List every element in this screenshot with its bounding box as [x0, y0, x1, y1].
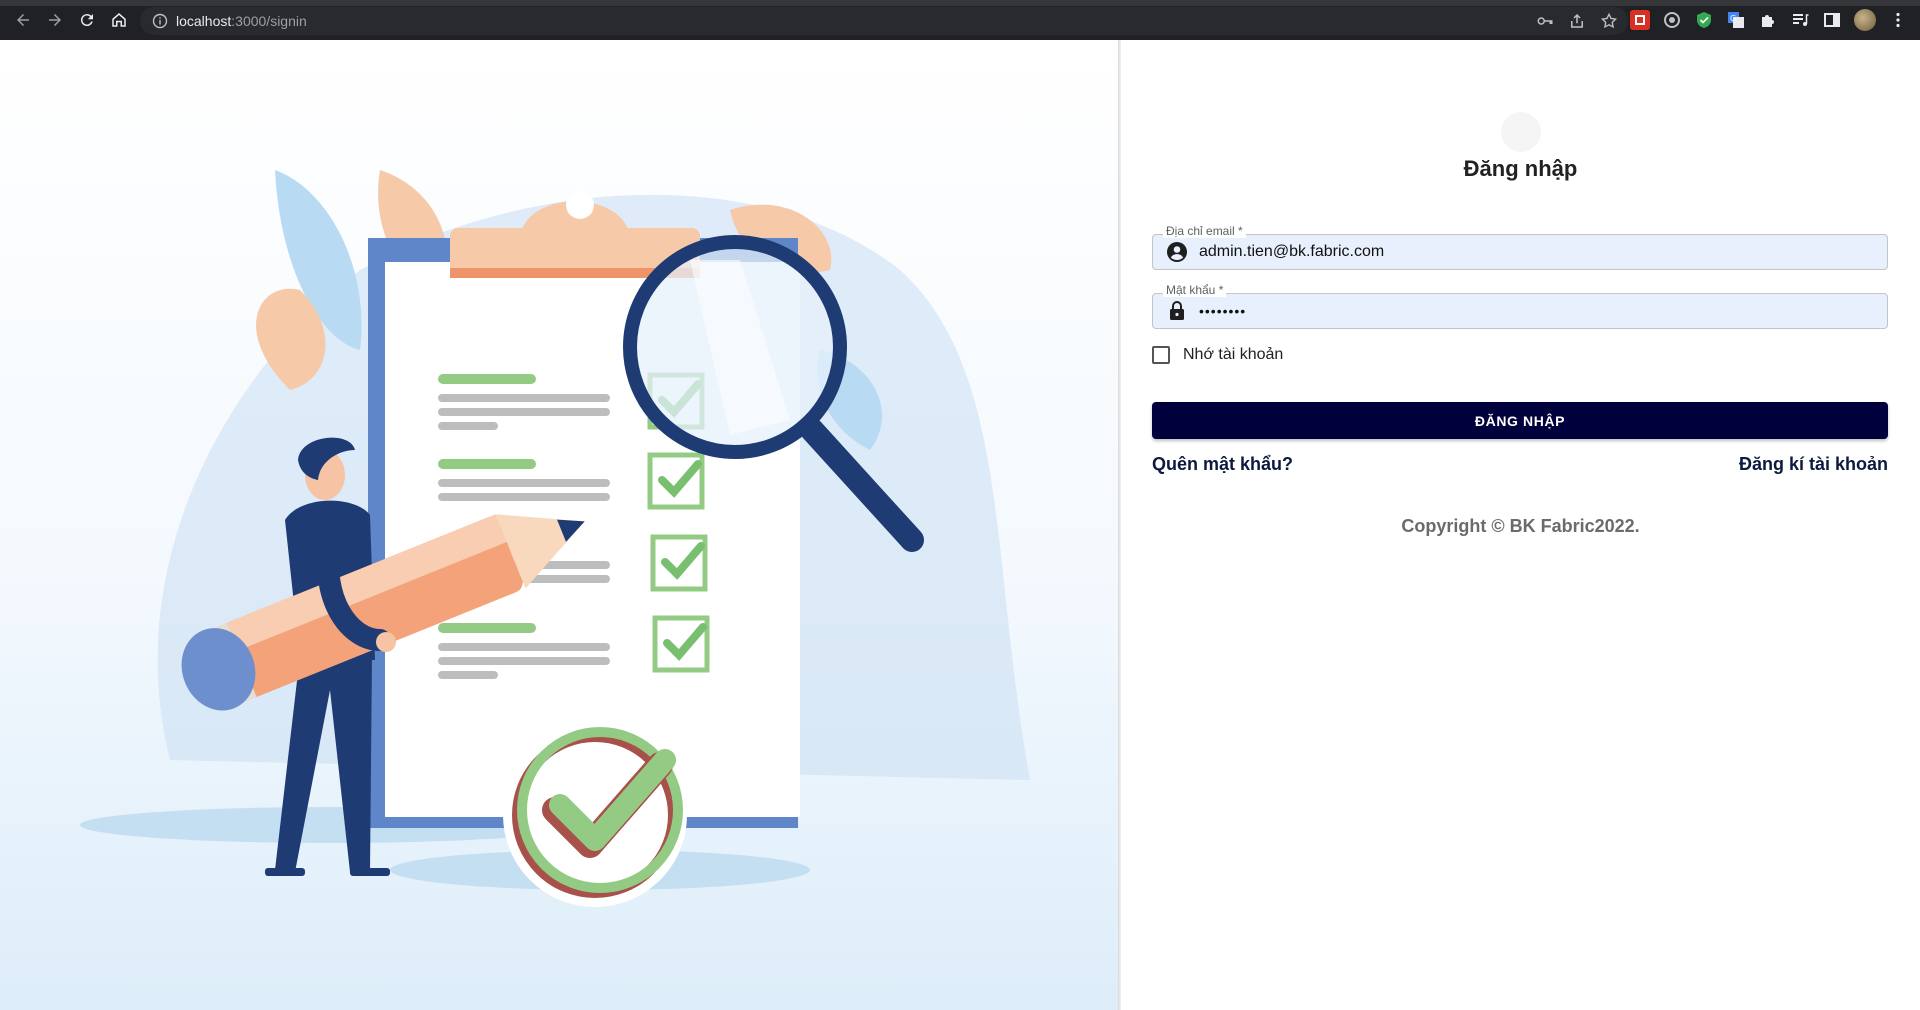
url-path: :3000/signin [231, 13, 307, 29]
bookmark-star-icon[interactable] [1600, 12, 1618, 30]
signin-illustration [0, 40, 1118, 1010]
forward-icon[interactable] [40, 5, 70, 35]
media-control-icon[interactable] [1790, 10, 1810, 30]
profile-avatar[interactable] [1854, 9, 1876, 31]
password-field[interactable]: Mật khẩu * •••••••• [1152, 283, 1888, 329]
url-host: localhost [176, 13, 232, 29]
password-label: Mật khẩu * [1163, 283, 1227, 297]
extension-shield-icon[interactable] [1694, 10, 1714, 30]
register-link[interactable]: Đăng kí tài khoản [1739, 454, 1888, 475]
email-value: admin.tien@bk.fabric.com [1199, 243, 1385, 260]
remember-me[interactable]: Nhớ tài khoản [1152, 346, 1283, 364]
lock-icon [1165, 299, 1189, 323]
email-label: Địa chỉ email * [1163, 224, 1246, 238]
forgot-password-link[interactable]: Quên mật khẩu? [1152, 454, 1293, 475]
account-circle-icon [1165, 240, 1189, 264]
back-icon[interactable] [8, 5, 38, 35]
tab-strip [0, 0, 1920, 6]
key-icon[interactable] [1536, 12, 1554, 30]
page-title: Đăng nhập [1463, 156, 1578, 181]
site-info-icon[interactable] [152, 13, 168, 29]
remember-label: Nhớ tài khoản [1183, 346, 1284, 363]
signin-button[interactable]: ĐĂNG NHẬP [1152, 402, 1888, 439]
svg-text:G: G [1730, 14, 1736, 23]
checklist-illustration [80, 170, 1031, 907]
signin-panel: Đăng nhập Địa chỉ email * admin.tien@bk.… [1121, 40, 1920, 1010]
reload-icon[interactable] [72, 5, 102, 35]
browser-toolbar: localhost:3000/signin G [0, 0, 1920, 40]
share-icon[interactable] [1568, 12, 1586, 30]
home-icon[interactable] [104, 5, 134, 35]
email-field[interactable]: Địa chỉ email * admin.tien@bk.fabric.com [1152, 224, 1888, 270]
browser-menu-icon[interactable] [1888, 10, 1908, 30]
address-bar[interactable]: localhost:3000/signin [140, 7, 1628, 35]
copyright-text: Copyright © BK Fabric2022. [1401, 516, 1640, 536]
remember-checkbox[interactable] [1152, 346, 1170, 364]
extensions-puzzle-icon[interactable] [1758, 10, 1778, 30]
side-panel-icon[interactable] [1822, 10, 1842, 30]
extension-translate-icon[interactable]: G [1726, 10, 1746, 30]
extension-target-icon[interactable] [1662, 10, 1682, 30]
logo-avatar [1501, 112, 1541, 152]
password-value: •••••••• [1199, 303, 1247, 319]
extension-red-icon[interactable] [1630, 10, 1650, 30]
